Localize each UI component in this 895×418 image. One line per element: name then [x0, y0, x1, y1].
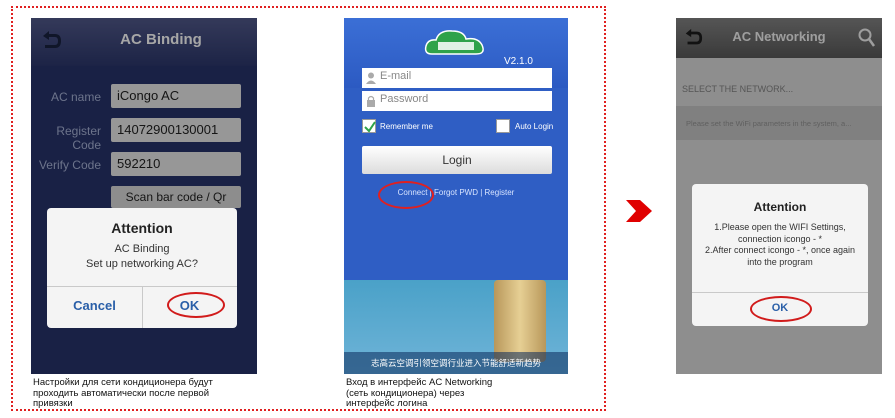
lock-icon: [367, 95, 375, 107]
version-label: V2.1.0: [504, 56, 533, 67]
dialog-message: AC Binding Set up networking AC?: [47, 242, 237, 272]
attention-dialog: Attention AC Binding Set up networking A…: [47, 208, 237, 328]
dialog-message-line: 1.Please open the WIFI Settings,: [714, 222, 846, 232]
screen-login: V2.1.0 E-mail Password Remember me Auto …: [344, 18, 568, 374]
login-button[interactable]: Login: [362, 146, 552, 174]
caption-line: привязки: [33, 398, 73, 409]
user-icon: [366, 72, 376, 84]
caption-line: интерфейс логина: [346, 398, 428, 409]
password-field[interactable]: Password: [362, 91, 552, 111]
caption-screen2: Вход в интерфейс AC Networking (сеть кон…: [346, 377, 576, 410]
highlight-circle: [378, 181, 434, 209]
dialog-title: Attention: [111, 220, 173, 236]
forgot-password-link[interactable]: Forgot PWD: [434, 188, 478, 197]
attention-dialog: Attention 1.Please open the WIFI Setting…: [692, 184, 868, 326]
auto-login-checkbox[interactable]: [496, 119, 510, 133]
dialog-title: Attention: [753, 200, 807, 214]
cancel-button[interactable]: Cancel: [47, 298, 142, 313]
highlight-circle: [750, 296, 812, 322]
auto-login-label: Auto Login: [515, 122, 554, 131]
cloud-logo-icon: [424, 30, 484, 55]
password-placeholder: Password: [380, 93, 429, 105]
remember-me-checkbox[interactable]: [362, 119, 376, 133]
dialog-message: 1.Please open the WIFI Settings, connect…: [698, 222, 862, 268]
screen-ac-networking: AC Networking SELECT THE NETWORK... Plea…: [676, 18, 882, 374]
dialog-message-line: 2.After connect icongo - *, once again: [704, 245, 856, 255]
dialog-message-line: into the program: [747, 256, 813, 267]
footer-slogan: 志高云空调引领空调行业进入节能舒适新趋势: [344, 352, 568, 374]
air-conditioner-image: [494, 280, 546, 362]
email-field[interactable]: E-mail: [362, 68, 552, 88]
caption-line: Настройки для сети кондиционера будут: [33, 377, 213, 388]
email-placeholder: E-mail: [380, 70, 412, 82]
caption-screen1: Настройки для сети кондиционера будут пр…: [33, 377, 263, 410]
dialog-message-line: connection icongo - *: [737, 233, 823, 244]
dialog-message-line: AC Binding: [114, 243, 170, 255]
remember-me-label: Remember me: [380, 122, 433, 131]
highlight-circle: [167, 292, 225, 318]
dialog-message-line: Set up networking AC?: [86, 258, 198, 270]
screen-ac-binding: AC Binding AC name iCongo AC Register Co…: [31, 18, 257, 374]
caption-line: Вход в интерфейс AC Networking: [346, 377, 493, 388]
arrow-right-icon: [626, 200, 652, 222]
register-link[interactable]: Register: [485, 188, 515, 197]
divider: [692, 292, 868, 293]
check-icon: [364, 121, 376, 133]
